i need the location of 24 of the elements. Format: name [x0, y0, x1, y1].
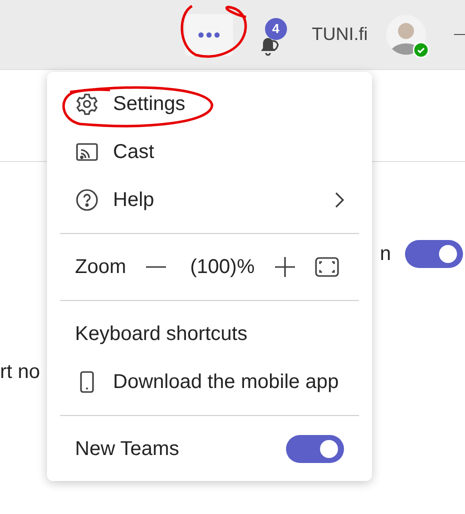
menu-item-label: New Teams: [75, 437, 180, 462]
zoom-level: (100)%: [190, 255, 255, 280]
cast-icon: [75, 140, 99, 164]
available-status-icon: [412, 42, 429, 58]
zoom-label: Zoom: [75, 255, 126, 280]
notification-count: 4: [264, 18, 287, 40]
minimize-icon[interactable]: [454, 34, 465, 35]
menu-item[interactable]: Keyboard shortcuts: [47, 310, 372, 358]
toggle-switch[interactable]: [405, 240, 463, 268]
menu-item[interactable]: Settings: [47, 80, 372, 128]
menu-item[interactable]: Cast: [47, 128, 372, 176]
body-text: rt no: [0, 360, 40, 385]
setting-label: n: [380, 242, 391, 267]
toggle-switch[interactable]: [286, 435, 344, 463]
account-name[interactable]: TUNI.fi: [312, 21, 368, 48]
more-button[interactable]: [185, 14, 233, 56]
help-icon: [75, 188, 99, 212]
more-icon: [198, 32, 220, 38]
zoom-in-icon[interactable]: [272, 255, 297, 279]
menu-item[interactable]: Help: [47, 176, 372, 224]
fullscreen-icon[interactable]: [314, 256, 339, 278]
menu-item[interactable]: Download the mobile app: [47, 358, 372, 406]
settings-icon: [75, 92, 99, 116]
avatar[interactable]: [386, 14, 426, 54]
